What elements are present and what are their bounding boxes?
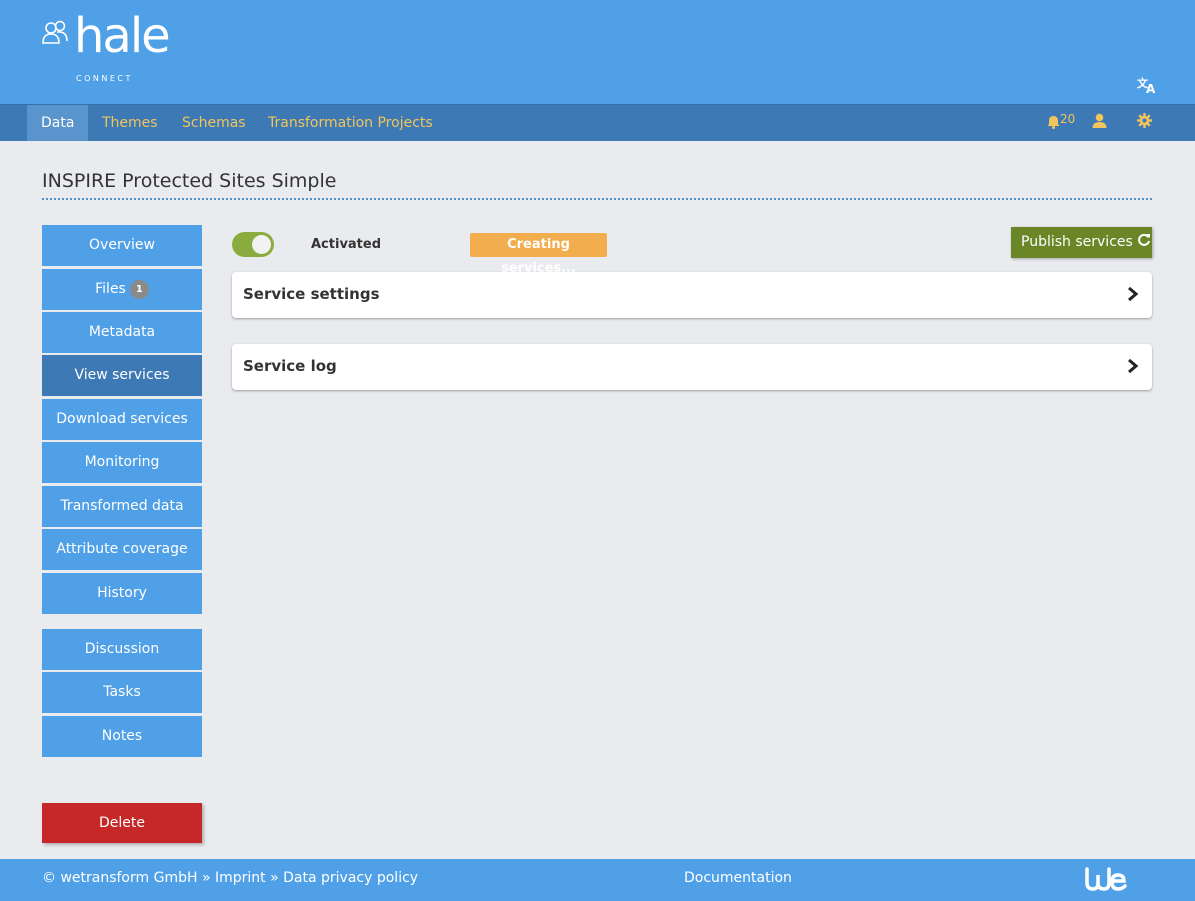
sidebar-item-transformed-data[interactable]: Transformed data <box>42 486 202 527</box>
nav-item-schemas[interactable]: Schemas <box>168 105 260 141</box>
sidebar-item-label: Metadata <box>88 324 156 340</box>
logo-people-icon <box>42 20 68 44</box>
chevron-right-icon <box>1128 358 1139 374</box>
sidebar-item-label: History <box>97 585 147 601</box>
files-count-badge: 1 <box>129 279 149 299</box>
footer: © wetransform GmbH » Imprint » Data priv… <box>0 859 1195 901</box>
footer-links: © wetransform GmbH » Imprint » Data priv… <box>42 859 418 897</box>
logo-wordmark: hale <box>74 8 171 64</box>
notification-count: 20 <box>1060 112 1076 126</box>
settings-button[interactable] <box>1137 105 1152 141</box>
nav-item-transformation-projects[interactable]: Transformation Projects <box>254 105 447 141</box>
sidebar-item-files[interactable]: Files 1 <box>42 269 202 310</box>
logo-subtitle: CONNECT <box>76 74 133 83</box>
sidebar-item-history[interactable]: History <box>42 573 202 614</box>
svg-text:A: A <box>1146 82 1156 96</box>
sidebar-item-label: Tasks <box>103 684 141 700</box>
bell-icon <box>1047 116 1060 129</box>
documentation-link[interactable]: Documentation <box>684 859 792 897</box>
gear-icon <box>1137 113 1152 128</box>
copyright-text: © wetransform GmbH <box>42 870 198 886</box>
panel-title: Service settings <box>243 285 380 303</box>
page-title: INSPIRE Protected Sites Simple <box>42 168 1152 200</box>
sidebar-item-overview[interactable]: Overview <box>42 225 202 266</box>
user-button[interactable] <box>1092 105 1107 141</box>
sidebar-item-label: Files <box>95 281 126 297</box>
imprint-link[interactable]: Imprint <box>215 870 266 886</box>
sidebar-item-notes[interactable]: Notes <box>42 716 202 757</box>
sidebar-item-label: Overview <box>89 237 155 253</box>
publish-services-label: Publish services <box>1021 234 1133 250</box>
main-nav: Data Themes Schemas Transformation Proje… <box>0 104 1195 141</box>
sidebar-item-monitoring[interactable]: Monitoring <box>42 442 202 483</box>
wetransform-logo-icon <box>1085 867 1127 891</box>
sidebar-item-metadata[interactable]: Metadata <box>42 312 202 353</box>
service-log-panel[interactable]: Service log <box>232 344 1152 390</box>
notifications-button[interactable]: 20 <box>1047 105 1075 141</box>
delete-button[interactable]: Delete <box>42 803 202 843</box>
sidebar-item-label: Discussion <box>84 641 160 657</box>
activated-label: Activated <box>311 237 382 252</box>
app-header: hale CONNECT 文 A <box>0 0 1195 104</box>
sidebar-item-label: Notes <box>101 728 143 744</box>
chevron-right-icon <box>1128 286 1139 302</box>
sidebar-item-label: View services <box>74 367 170 383</box>
translate-icon[interactable]: 文 A <box>1137 75 1161 97</box>
activation-toggle[interactable] <box>232 232 274 257</box>
sidebar-item-label: Download services <box>56 411 188 427</box>
footer-separator: » <box>201 870 211 886</box>
status-badge: Creating services... <box>470 233 607 276</box>
sidebar-item-download-services[interactable]: Download services <box>42 399 202 440</box>
sidebar-item-attribute-coverage[interactable]: Attribute coverage <box>42 529 202 570</box>
sidebar-item-label: Transformed data <box>60 498 184 514</box>
nav-item-data[interactable]: Data <box>27 105 89 141</box>
toggle-knob <box>252 235 271 254</box>
sidebar-item-discussion[interactable]: Discussion <box>42 629 202 670</box>
refresh-icon <box>1138 233 1151 246</box>
nav-item-themes[interactable]: Themes <box>88 105 172 141</box>
footer-separator: » <box>270 870 279 886</box>
service-settings-panel[interactable]: Service settings <box>232 272 1152 318</box>
publish-services-button[interactable]: Publish services <box>1011 227 1152 258</box>
privacy-policy-link[interactable]: Data privacy policy <box>283 870 418 886</box>
sidebar-item-label: Attribute coverage <box>56 541 188 557</box>
sidebar-item-label: Monitoring <box>84 454 160 470</box>
sidebar-item-tasks[interactable]: Tasks <box>42 672 202 713</box>
panel-title: Service log <box>243 357 337 375</box>
sidebar-item-view-services[interactable]: View services <box>42 355 202 396</box>
user-icon <box>1092 113 1107 128</box>
